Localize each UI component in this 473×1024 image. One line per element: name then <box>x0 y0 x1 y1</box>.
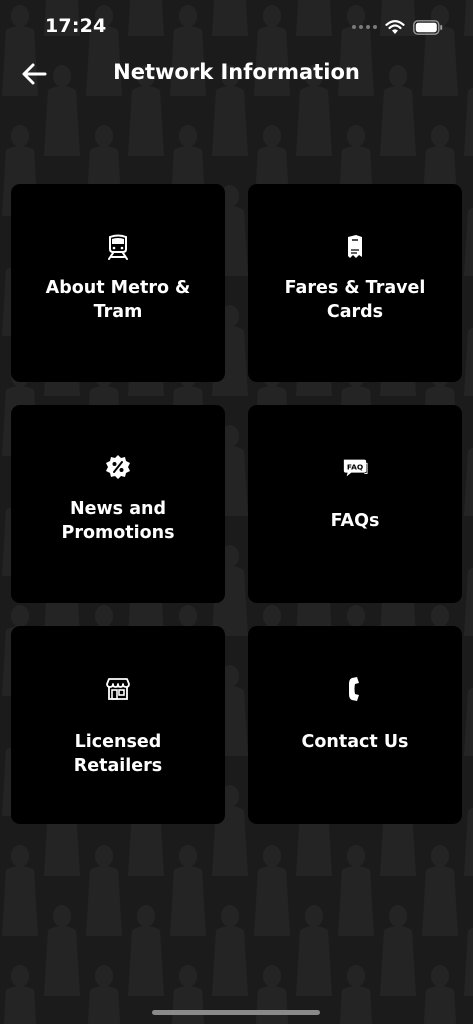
cellular-signal-icon <box>352 25 377 29</box>
faq-bubble-icon: FAQ <box>342 455 368 481</box>
home-indicator[interactable] <box>152 1010 320 1015</box>
menu-grid: About Metro & Tram Fares & Travel Cards … <box>11 184 462 824</box>
svg-text:FAQ: FAQ <box>347 462 363 471</box>
menu-card-label: About Metro & Tram <box>45 278 191 322</box>
menu-card-label: News and Promotions <box>61 499 175 543</box>
status-bar: 17:24 <box>0 0 473 54</box>
menu-card-news-promotions[interactable]: News and Promotions <box>11 405 225 603</box>
status-icons <box>352 17 443 37</box>
storefront-icon <box>105 676 131 702</box>
menu-card-label: Contact Us <box>301 732 409 752</box>
phone-icon <box>342 676 368 702</box>
menu-card-licensed-retailers[interactable]: Licensed Retailers <box>11 626 225 824</box>
menu-card-about-metro-tram[interactable]: About Metro & Tram <box>11 184 225 382</box>
page-title: Network Information <box>113 60 360 84</box>
wifi-icon <box>385 20 405 34</box>
header: Network Information <box>0 52 473 96</box>
train-icon <box>105 234 131 260</box>
ticket-icon <box>342 234 368 260</box>
menu-card-faqs[interactable]: FAQ FAQs <box>248 405 462 603</box>
battery-icon <box>413 19 443 35</box>
menu-card-label: Licensed Retailers <box>73 732 163 776</box>
menu-card-contact-us[interactable]: Contact Us <box>248 626 462 824</box>
status-time: 17:24 <box>45 15 107 37</box>
discount-badge-icon <box>105 455 131 481</box>
menu-card-label: FAQs <box>330 511 380 531</box>
menu-card-fares-travel-cards[interactable]: Fares & Travel Cards <box>248 184 462 382</box>
menu-card-label: Fares & Travel Cards <box>284 278 426 322</box>
